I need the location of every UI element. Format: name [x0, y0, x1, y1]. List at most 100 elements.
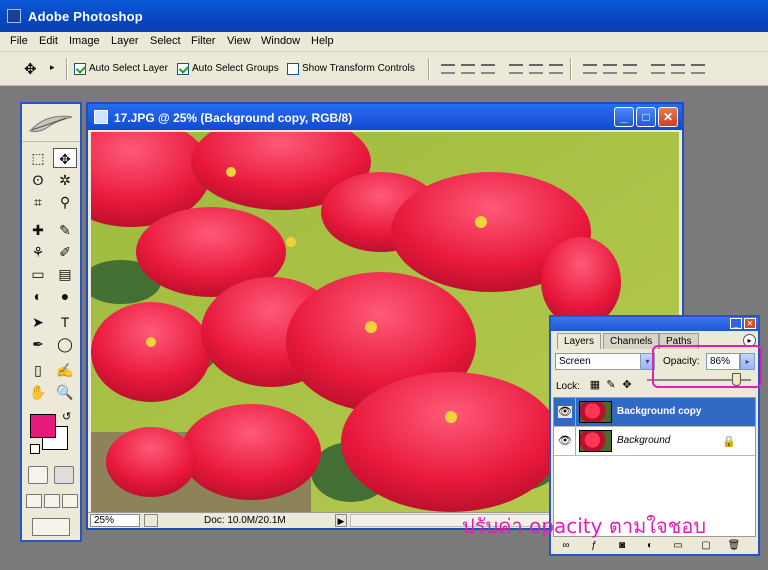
gradient-tool-icon[interactable]: ▤ — [53, 264, 77, 284]
lock-image-pixels-icon[interactable]: ✎ — [605, 379, 617, 391]
standard-mode-icon[interactable] — [28, 466, 48, 484]
menu-view[interactable]: View — [227, 35, 251, 47]
type-tool-icon[interactable]: T — [53, 312, 77, 332]
shape-tool-icon[interactable]: ◯ — [53, 334, 77, 354]
app-title: Adobe Photoshop — [28, 9, 143, 24]
document-size-info: Doc: 10.0M/20.1M — [204, 515, 286, 526]
eraser-tool-icon[interactable]: ▭ — [26, 264, 50, 284]
distribute-top-icon[interactable] — [583, 64, 597, 74]
toolbox: ⬚ ✥ ʘ ✲ ⌗ ⚲ ✚ ✎ ⚘ ✐ ▭ ▤ ◐ ● ➤ T ✒ ◯ ▯ ✍ … — [20, 102, 82, 542]
eyedropper-tool-icon[interactable]: ✍ — [53, 360, 77, 380]
align-vertical-center-icon[interactable] — [461, 64, 475, 74]
layer-thumbnail — [579, 430, 612, 452]
options-bar: ✥ ▸ Auto Select Layer Auto Select Groups… — [0, 52, 768, 86]
row-separator — [575, 398, 576, 426]
menu-filter[interactable]: Filter — [191, 35, 215, 47]
foreground-color-swatch[interactable] — [30, 414, 56, 438]
layer-name: Background — [617, 435, 671, 446]
distribute-right-icon[interactable] — [691, 64, 705, 74]
slice-tool-icon[interactable]: ⚲ — [53, 192, 77, 212]
eye-visibility-icon[interactable]: 👁 — [558, 406, 572, 418]
default-colors-icon[interactable] — [30, 444, 40, 454]
pen-tool-icon[interactable]: ✒ — [26, 334, 50, 354]
notes-tool-icon[interactable]: ▯ — [26, 360, 50, 380]
hand-tool-icon[interactable]: ✋ — [26, 382, 50, 402]
path-selection-tool-icon[interactable]: ➤ — [26, 312, 50, 332]
distribute-hcenter-icon[interactable] — [671, 64, 685, 74]
opacity-highlight-annotation — [652, 345, 762, 388]
show-transform-controls-label: Show Transform Controls — [302, 63, 415, 74]
menu-edit[interactable]: Edit — [39, 35, 58, 47]
lock-position-icon[interactable]: ✥ — [621, 379, 633, 391]
row-separator — [575, 427, 576, 455]
history-brush-tool-icon[interactable]: ✐ — [53, 242, 77, 262]
menu-select[interactable]: Select — [150, 35, 181, 47]
auto-select-layer-label: Auto Select Layer — [89, 63, 168, 74]
marquee-tool-icon[interactable]: ⬚ — [26, 148, 50, 168]
layer-row-background-copy[interactable]: 👁 Background copy — [554, 398, 755, 427]
close-button[interactable]: ✕ — [658, 107, 678, 127]
show-transform-controls-checkbox[interactable] — [287, 63, 299, 75]
palette-minimize-button[interactable]: _ — [730, 318, 742, 329]
menu-file[interactable]: File — [10, 35, 28, 47]
align-right-icon[interactable] — [549, 64, 563, 74]
healing-brush-tool-icon[interactable]: ✚ — [26, 220, 50, 240]
feather-logo-icon — [29, 115, 73, 132]
align-bottom-icon[interactable] — [481, 64, 495, 74]
options-separator — [570, 58, 572, 80]
eye-visibility-icon[interactable]: 👁 — [558, 435, 572, 447]
auto-select-groups-label: Auto Select Groups — [192, 63, 279, 74]
tab-layers[interactable]: Layers — [557, 333, 602, 349]
menu-window[interactable]: Window — [261, 35, 300, 47]
align-horizontal-center-icon[interactable] — [529, 64, 543, 74]
layer-lock-icon: 🔒 — [722, 436, 736, 448]
align-left-icon[interactable] — [509, 64, 523, 74]
zoom-tool-icon[interactable]: 🔍 — [53, 382, 77, 402]
layer-name: Background copy — [617, 406, 702, 417]
jump-to-imageready-icon[interactable] — [32, 518, 70, 536]
lock-transparent-pixels-icon[interactable]: ▦ — [589, 379, 601, 391]
clone-stamp-tool-icon[interactable]: ⚘ — [26, 242, 50, 262]
title-bar: Adobe Photoshop — [0, 0, 768, 32]
annotation-text: ปรับค่า opacity ตามใจชอบ — [462, 514, 707, 538]
lasso-tool-icon[interactable]: ʘ — [26, 170, 50, 190]
auto-select-layer-checkbox[interactable] — [74, 63, 86, 75]
document-title-bar: 17.JPG @ 25% (Background copy, RGB/8) _ … — [88, 104, 682, 130]
document-icon — [94, 110, 108, 124]
status-options-icon[interactable] — [144, 514, 158, 527]
magic-wand-tool-icon[interactable]: ✲ — [53, 170, 77, 190]
distribute-left-icon[interactable] — [651, 64, 665, 74]
menu-bar: File Edit Image Layer Select Filter View… — [0, 32, 768, 52]
lock-label: Lock: — [556, 381, 580, 392]
minimize-button[interactable]: _ — [614, 107, 634, 127]
menu-layer[interactable]: Layer — [111, 35, 139, 47]
menu-help[interactable]: Help — [311, 35, 334, 47]
auto-select-groups-checkbox[interactable] — [177, 63, 189, 75]
distribute-center-icon[interactable] — [603, 64, 617, 74]
document-title: 17.JPG @ 25% (Background copy, RGB/8) — [114, 111, 353, 125]
tool-preset-arrow[interactable]: ▸ — [50, 62, 55, 73]
dodge-tool-icon[interactable]: ● — [53, 286, 77, 306]
layer-row-background[interactable]: 👁 Background 🔒 — [554, 427, 755, 456]
status-menu-arrow[interactable]: ▶ — [335, 514, 347, 527]
align-top-icon[interactable] — [441, 64, 455, 74]
standard-screen-mode-icon[interactable] — [26, 494, 42, 508]
full-screen-menu-mode-icon[interactable] — [44, 494, 60, 508]
palette-close-button[interactable]: ✕ — [744, 318, 756, 329]
zoom-level-field[interactable]: 25% — [90, 514, 140, 527]
delete-layer-icon[interactable]: 🗑 — [727, 539, 741, 552]
tab-channels[interactable]: Channels — [603, 333, 660, 349]
menu-image[interactable]: Image — [69, 35, 100, 47]
swap-colors-icon[interactable]: ↺ — [62, 410, 71, 423]
crop-tool-icon[interactable]: ⌗ — [26, 192, 50, 212]
blur-tool-icon[interactable]: ◐ — [26, 286, 50, 306]
maximize-button[interactable]: □ — [636, 107, 656, 127]
palette-title-bar[interactable]: _ ✕ — [551, 317, 758, 331]
full-screen-mode-icon[interactable] — [62, 494, 78, 508]
brush-tool-icon[interactable]: ✎ — [53, 220, 77, 240]
quick-mask-mode-icon[interactable] — [54, 466, 74, 484]
toolbox-header — [22, 104, 80, 142]
move-tool-icon[interactable]: ✥ — [24, 60, 37, 78]
distribute-bottom-icon[interactable] — [623, 64, 637, 74]
move-tool-icon[interactable]: ✥ — [53, 148, 77, 168]
